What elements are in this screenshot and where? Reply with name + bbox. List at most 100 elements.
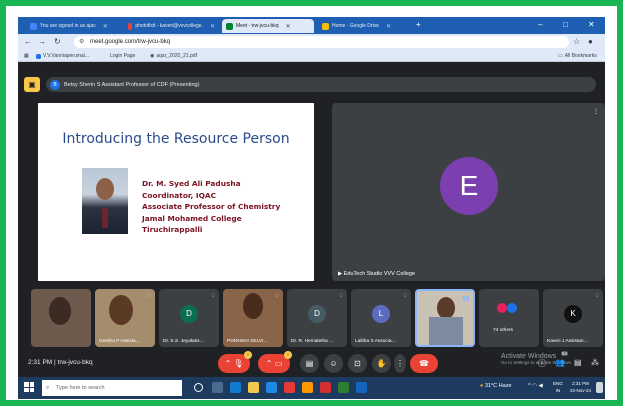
participant-tile[interactable]: ◌ L Lalitha S Associa...: [351, 289, 411, 347]
meeting-time: 2:31 PM: [28, 359, 53, 366]
mic-icon: ▶: [338, 271, 343, 277]
participant-name: Lalitha S Associa...: [355, 339, 396, 344]
participant-name: Geetha P Assista...: [99, 339, 140, 344]
close-icon[interactable]: ✕: [286, 23, 291, 30]
search-placeholder: Type here to search: [56, 385, 105, 391]
bookmark-label: V.V.Vanniaperumal...: [43, 53, 89, 59]
presentation-slide: Introducing the Resource Person Dr. M. S…: [38, 103, 314, 281]
all-bookmarks[interactable]: ▭ All Bookmarks: [558, 53, 597, 59]
chat-icon[interactable]: ▤: [574, 358, 582, 367]
maximize-icon[interactable]: □: [563, 20, 568, 29]
tab-photofixit[interactable]: photofixit - kaveri@vvvcollege. ✕: [124, 19, 219, 33]
participant-tile-others[interactable]: 74 others: [479, 289, 539, 347]
language-indicator[interactable]: ENG IN: [553, 380, 563, 394]
tab-signed-in[interactable]: You are signed in as ajac ✕: [26, 19, 121, 33]
system-tray[interactable]: ^ ◠ ◀: [528, 383, 543, 389]
windows-start-icon[interactable]: [24, 382, 34, 392]
close-icon[interactable]: ✕: [210, 23, 215, 30]
mic-off-icon: 🎙: [233, 359, 244, 368]
participant-tile-main[interactable]: ⋮ E ▶ EduTech Studio VVV College: [332, 103, 605, 281]
site-info-icon[interactable]: ⚙: [79, 36, 84, 48]
participant-name: Kaveri J Assistan...: [547, 339, 588, 344]
forward-icon[interactable]: →: [38, 37, 46, 46]
presenter-chip[interactable]: B Betsy Sherin S Assistant Professor of …: [46, 77, 596, 92]
participant-name-text: EduTech Studio VVV College: [343, 271, 416, 277]
present-icon[interactable]: ▣: [24, 77, 40, 92]
bookmark-aqar[interactable]: ◉ aqar_2020_21.pdf: [150, 53, 197, 59]
taskbar-clock[interactable]: 2:31 PM 22-Nov-24: [570, 380, 591, 394]
camera-toggle-button[interactable]: ⌃ ▭ !: [258, 351, 292, 373]
meet-controls: 2:31 PM | trw-jvcu-bkq ⌃ 🎙 ! ⌃ ▭ ! ▤ ☺ ⊡…: [18, 351, 605, 375]
participant-tile[interactable]: ◌ PONNIEN SELVI...: [223, 289, 283, 347]
clock-time: 2:31 PM: [572, 381, 589, 386]
back-icon[interactable]: ←: [24, 37, 32, 46]
emoji-button[interactable]: ☺: [324, 354, 343, 373]
participant-tile[interactable]: ◌ D Dr. K.S. Jeyalaks...: [159, 289, 219, 347]
star-icon[interactable]: ☆: [573, 37, 580, 46]
minimize-icon[interactable]: –: [538, 20, 542, 29]
profile-icon[interactable]: ●: [588, 37, 593, 46]
bookmark-login[interactable]: Login Page: [110, 53, 135, 59]
weather-text: 31°C Haze: [484, 383, 512, 389]
participant-tile[interactable]: [31, 289, 91, 347]
raise-hand-button[interactable]: ✋: [372, 354, 391, 373]
task-view-icon[interactable]: [212, 382, 223, 393]
participant-count-badge: 84: [561, 351, 569, 356]
meeting-code: trw-jvcu-bkq: [57, 359, 93, 366]
mic-off-icon: ◌: [275, 293, 279, 299]
present-button[interactable]: ⊡: [348, 354, 367, 373]
edge-icon[interactable]: [230, 382, 241, 393]
folder-icon: ▭: [558, 53, 563, 59]
word-icon[interactable]: [356, 382, 367, 393]
participant-tile[interactable]: ▮▮: [415, 289, 475, 347]
weather-widget[interactable]: ● 31°C Haze: [480, 383, 512, 389]
tab-drive[interactable]: Home - Google Drive ✕: [318, 19, 413, 33]
reload-icon[interactable]: ↻: [54, 37, 61, 46]
volume-icon: ◀: [538, 383, 543, 389]
mail-icon[interactable]: [284, 382, 295, 393]
mic-toggle-button[interactable]: ⌃ 🎙 !: [218, 351, 252, 373]
apps-icon[interactable]: ▦: [24, 53, 29, 59]
bookmark-vvv[interactable]: V.V.Vanniaperumal...: [36, 53, 89, 59]
tab-label: photofixit - kaveri@vvvcollege.: [135, 23, 203, 29]
notifications-icon[interactable]: [596, 382, 603, 393]
url-text: meet.google.com/trw-jvcu-bkq: [90, 39, 171, 45]
participant-tile[interactable]: ◌ Geetha P Assista...: [95, 289, 155, 347]
more-options-button[interactable]: ⋮: [394, 354, 406, 373]
cortana-icon[interactable]: [194, 383, 203, 392]
tab-label: You are signed in as ajac: [40, 23, 96, 29]
info-icon[interactable]: ⓘ: [538, 358, 546, 369]
avatar: E: [440, 157, 498, 215]
camera-off-icon: ▭: [274, 359, 283, 368]
region-code: IN: [555, 388, 561, 393]
more-options-icon[interactable]: ⋮: [593, 108, 599, 115]
excel-icon[interactable]: [338, 382, 349, 393]
others-count: 74 others: [493, 328, 514, 333]
captions-button[interactable]: ▤: [300, 354, 319, 373]
wifi-icon: ◠: [532, 383, 537, 389]
mic-off-icon: ◌: [147, 293, 151, 299]
close-icon[interactable]: ✕: [103, 23, 108, 30]
screen: You are signed in as ajac ✕ photofixit -…: [18, 17, 605, 399]
store-icon[interactable]: [266, 382, 277, 393]
tab-meet[interactable]: Meet - trw-jvcu-bkq ✕: [222, 19, 314, 33]
firefox-icon[interactable]: [302, 382, 313, 393]
people-button[interactable]: 👥 84: [555, 351, 569, 367]
close-icon[interactable]: ✕: [386, 23, 391, 30]
bookmarks-bar: ▦ V.V.Vanniaperumal... Login Page ◉ aqar…: [18, 50, 605, 62]
new-tab-icon[interactable]: +: [416, 20, 421, 29]
all-bookmarks-label: All Bookmarks: [564, 53, 597, 59]
participant-tile[interactable]: ◌ D Dr. R. Hemaletha ...: [287, 289, 347, 347]
taskbar-search-input[interactable]: ⌕ Type here to search: [42, 380, 182, 396]
url-input[interactable]: ⚙ meet.google.com/trw-jvcu-bkq: [74, 36, 569, 48]
activities-icon[interactable]: ⁂: [591, 358, 599, 367]
participant-name: ▶ EduTech Studio VVV College: [338, 271, 415, 277]
mic-off-icon: ◌: [211, 293, 215, 299]
close-window-icon[interactable]: ✕: [588, 20, 595, 29]
file-explorer-icon[interactable]: [248, 382, 259, 393]
participant-tile[interactable]: ◌ K Kaveri J Assistan...: [543, 289, 603, 347]
slide-line: Dr. M. Syed Ali Padusha: [142, 179, 241, 188]
speaking-icon: ▮▮: [462, 296, 469, 302]
chrome-icon[interactable]: [320, 382, 331, 393]
leave-call-button[interactable]: ☎: [410, 354, 438, 373]
